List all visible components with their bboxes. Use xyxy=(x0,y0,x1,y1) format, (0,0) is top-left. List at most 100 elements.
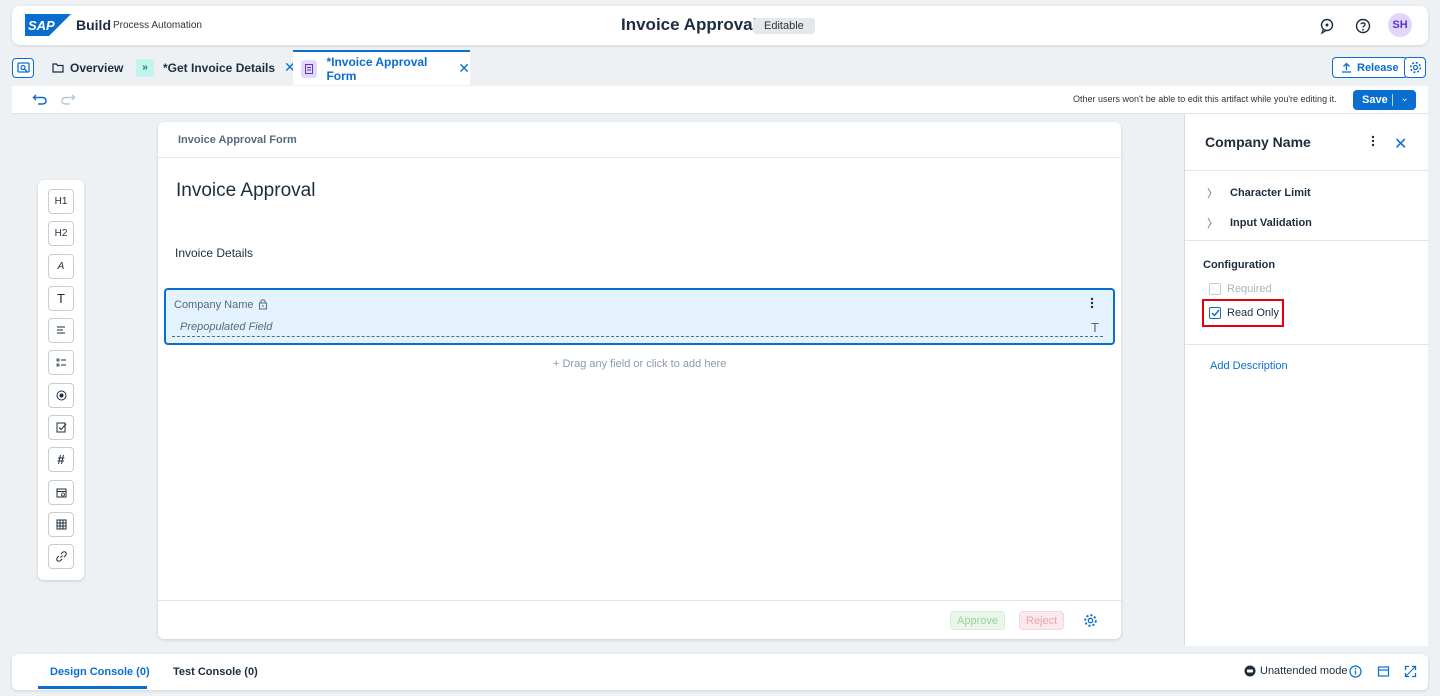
date-tool[interactable] xyxy=(48,480,74,505)
console-bar: Design Console (0) Test Console (0) Unat… xyxy=(12,654,1428,690)
company-name-placeholder: Prepopulated Field xyxy=(180,321,273,333)
paragraph-text-button[interactable] xyxy=(48,318,74,343)
robot-icon xyxy=(1244,665,1256,677)
save-button[interactable]: Save xyxy=(1353,90,1416,110)
divider xyxy=(1185,344,1429,345)
help-icon[interactable] xyxy=(1354,17,1372,35)
text-field-button[interactable]: T xyxy=(48,286,74,311)
checklist-button[interactable] xyxy=(48,350,74,375)
tab-invoice-approval-form[interactable]: *Invoice Approval Form ✕ xyxy=(293,50,470,85)
panel-toggle-icon[interactable] xyxy=(1377,665,1390,678)
editor-tab-bar: Overview » *Get Invoice Details ✕ *Invoi… xyxy=(12,50,1428,86)
gear-icon[interactable] xyxy=(1083,613,1098,628)
configuration-heading: Configuration xyxy=(1203,259,1276,271)
lock-icon xyxy=(259,299,267,310)
info-icon[interactable] xyxy=(1349,665,1362,678)
reject-button[interactable]: Reject xyxy=(1019,611,1065,630)
close-icon[interactable]: ✕ xyxy=(1394,134,1407,154)
active-tab-indicator xyxy=(38,686,147,689)
more-options-icon[interactable] xyxy=(1371,135,1375,147)
table-tool[interactable] xyxy=(48,512,74,537)
tab-overview[interactable]: Overview xyxy=(52,50,123,85)
save-split-divider xyxy=(1392,94,1393,106)
heading1-button[interactable]: H1 xyxy=(48,189,74,214)
tab-design-console[interactable]: Design Console (0) xyxy=(50,666,150,678)
edit-lock-note: Other users won't be able to edit this a… xyxy=(1073,94,1337,104)
sap-logo-text: SAP xyxy=(28,18,55,33)
gear-icon xyxy=(1409,61,1421,74)
add-field-hint[interactable]: + Drag any field or click to add here xyxy=(553,358,726,370)
tab-overview-label: Overview xyxy=(70,60,124,75)
required-checkbox[interactable]: Required xyxy=(1209,283,1272,295)
form-section-title[interactable]: Invoice Details xyxy=(175,246,253,260)
company-name-input[interactable]: Prepopulated Field xyxy=(172,317,1103,337)
character-limit-accordion[interactable]: 〉 Character Limit xyxy=(1207,185,1311,201)
sap-logo[interactable]: SAP xyxy=(25,14,71,36)
read-only-checkbox-box[interactable] xyxy=(1209,307,1221,319)
shell-bar: SAP Build Process Automation Invoice App… xyxy=(12,6,1428,45)
form-header: Invoice Approval Form xyxy=(158,122,1121,158)
editor-toolbar: Other users won't be able to edit this a… xyxy=(12,86,1428,114)
link-icon xyxy=(55,551,67,562)
text-type-icon: T xyxy=(1091,320,1099,335)
character-limit-label: Character Limit xyxy=(1230,187,1311,199)
unattended-mode-toggle[interactable]: Unattended mode xyxy=(1244,665,1347,677)
chevron-right-icon: 〉 xyxy=(1207,188,1218,200)
artifact-browser-button[interactable] xyxy=(12,58,34,78)
hash-icon: # xyxy=(57,452,65,467)
tab-get-invoice-details[interactable]: » *Get Invoice Details ✕ xyxy=(136,50,296,85)
release-button[interactable]: Release xyxy=(1332,57,1408,78)
automation-icon: » xyxy=(136,58,154,77)
approve-button[interactable]: Approve xyxy=(950,611,1005,630)
brand-subtitle: Process Automation xyxy=(113,20,202,31)
input-validation-accordion[interactable]: 〉 Input Validation xyxy=(1207,215,1312,231)
company-name-field-label: Company Name xyxy=(174,299,254,311)
number-tool[interactable]: # xyxy=(48,447,74,472)
heading2-button[interactable]: H2 xyxy=(48,221,74,246)
artifact-browser-icon xyxy=(16,62,30,73)
user-avatar[interactable]: SH xyxy=(1388,13,1412,37)
properties-panel: Company Name ✕ 〉 Character Limit 〉 Input… xyxy=(1184,114,1429,646)
radio-button-tool[interactable] xyxy=(48,383,74,408)
required-label: Required xyxy=(1227,283,1272,295)
tab-invoice-approval-form-label: *Invoice Approval Form xyxy=(326,54,428,83)
redo-icon[interactable] xyxy=(60,92,76,106)
brand-name: Build xyxy=(76,17,111,33)
chevron-down-icon[interactable] xyxy=(1393,95,1409,105)
heading1-label: H1 xyxy=(54,196,68,207)
folder-icon xyxy=(52,63,64,73)
status-badge: Editable xyxy=(753,18,815,34)
settings-button[interactable] xyxy=(1404,57,1426,78)
radio-icon xyxy=(56,390,66,401)
upload-icon xyxy=(1342,62,1351,73)
calendar-icon xyxy=(56,488,66,498)
read-only-checkbox[interactable]: Read Only xyxy=(1209,307,1279,319)
checkbox-icon xyxy=(56,422,66,433)
checkmark-icon xyxy=(1211,309,1220,317)
link-tool[interactable] xyxy=(48,544,74,569)
chevron-right-icon: 〉 xyxy=(1207,218,1218,230)
paragraph-label: A xyxy=(57,261,65,272)
add-description-link[interactable]: Add Description xyxy=(1210,360,1288,372)
paragraph-button[interactable]: A xyxy=(48,254,74,279)
page-title: Invoice Approval xyxy=(621,15,758,34)
form-title[interactable]: Invoice Approval xyxy=(176,180,315,202)
tab-get-invoice-details-label: *Get Invoice Details xyxy=(163,60,276,75)
divider xyxy=(1185,240,1429,241)
release-label: Release xyxy=(1357,61,1399,74)
more-options-icon[interactable] xyxy=(1090,297,1094,309)
undo-icon[interactable] xyxy=(32,92,48,106)
text-lines-icon xyxy=(57,326,65,334)
input-validation-label: Input Validation xyxy=(1230,217,1312,229)
close-icon[interactable]: ✕ xyxy=(458,60,470,77)
unattended-mode-label: Unattended mode xyxy=(1260,665,1348,677)
table-icon xyxy=(56,519,66,530)
expand-icon[interactable] xyxy=(1404,665,1417,678)
notifications-icon[interactable] xyxy=(1318,17,1336,35)
form-canvas: Invoice Approval Form Invoice Approval I… xyxy=(158,122,1121,639)
heading2-label: H2 xyxy=(54,228,68,239)
checkbox-tool[interactable] xyxy=(48,415,74,440)
tab-test-console[interactable]: Test Console (0) xyxy=(173,666,258,678)
company-name-field[interactable]: Company Name Prepopulated Field T xyxy=(164,288,1115,345)
required-checkbox-box[interactable] xyxy=(1209,283,1221,295)
